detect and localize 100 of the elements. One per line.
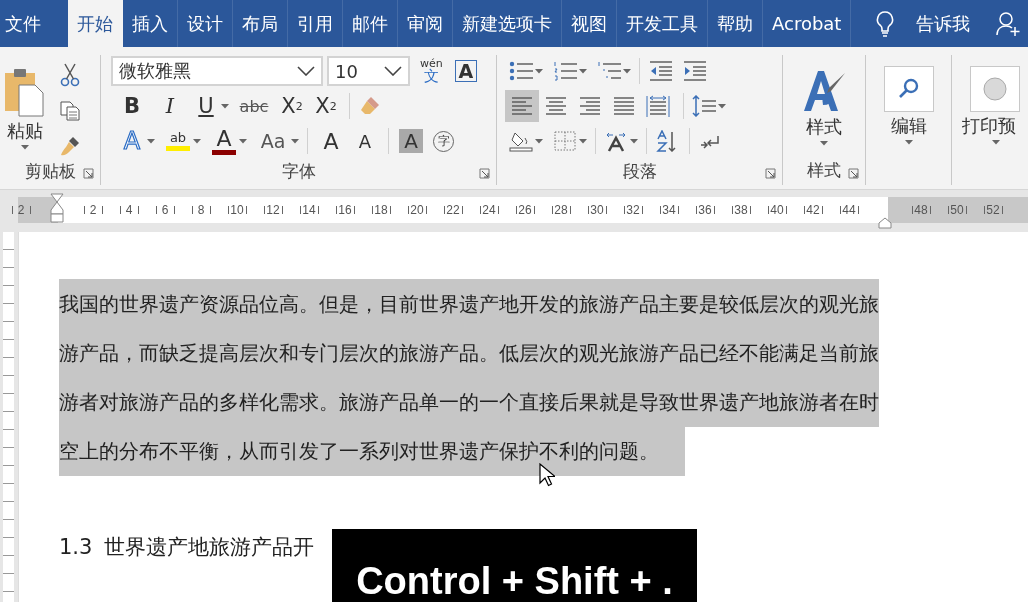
ruler-number: 6 [161,203,169,217]
strikethrough-button[interactable]: abc [235,91,273,121]
keystroke-overlay: Control + Shift + . [332,529,697,602]
ruler-number: 10 [230,203,244,217]
change-case-button[interactable]: Aa [255,126,291,156]
ruler-number: 36 [698,203,712,217]
borders-icon [553,130,579,152]
align-distributed-icon [646,95,670,117]
bullet-list-icon [509,60,535,82]
clipboard-icon [5,66,45,117]
ruler-number: 14 [302,203,316,217]
ruler-number: 48 [914,203,928,217]
dropdown-arrow-icon[interactable] [992,139,1000,145]
ruler-number: 20 [410,203,424,217]
eraser-icon [358,95,380,117]
dropdown-arrow-icon[interactable] [904,139,913,145]
ruler-number: 26 [518,203,532,217]
grow-font-button[interactable]: A [316,126,346,156]
editing-button[interactable]: 编辑 [883,55,934,155]
dropdown-arrow-icon[interactable] [535,138,543,144]
copy-pages-icon [60,101,80,121]
multilevel-list-icon [597,60,623,82]
ruler-number: 28 [554,203,568,217]
underline-button[interactable]: U [191,91,221,121]
dropdown-arrow-icon[interactable] [718,103,726,109]
tell-me-button[interactable]: 告诉我 [907,0,980,47]
paintbrush-icon [59,135,81,157]
line-spacing-icon [692,95,718,117]
copy-button[interactable] [59,101,81,121]
numbered-list-icon [553,60,579,82]
heading-number: 1.3 [59,534,93,561]
align-justify-icon [612,95,636,117]
highlight-button[interactable]: ab [163,126,193,156]
ruler-number: 2 [17,203,25,217]
dropdown-arrow-icon[interactable] [193,138,201,144]
decrease-indent-icon [648,60,674,82]
dialog-launcher-icon[interactable] [479,168,490,179]
superscript-button[interactable]: X$^{2}$ [311,91,341,121]
dropdown-arrow-icon[interactable] [147,138,155,144]
cut-button[interactable] [59,63,81,87]
character-shading-button[interactable]: A [399,129,423,153]
shrink-font-button[interactable]: A [350,126,380,156]
right-indent-marker-icon[interactable] [878,217,892,229]
heading-text: 世界遗产地旅游产品开 [104,534,315,561]
scissors-icon [60,63,80,87]
ruler-number: 8 [197,203,205,217]
dropdown-arrow-icon[interactable] [535,68,543,74]
dropdown-arrow-icon[interactable] [630,138,638,144]
chevron-down-icon [297,66,315,76]
dropdown-arrow-icon[interactable] [623,68,631,74]
ribbon-tab[interactable]: 开始 [68,0,123,47]
print-preview-button[interactable]: 打印预 [962,55,1020,155]
paragraph-text: 我国的世界遗产资源品位高。但是，目前世界遗产地开发的旅游产品主要是较低层次的观光旅游产品，而缺乏提高层次和专门层次的旅游产品。低层次的观光旅游产品已经不能满足当前旅游者对旅游产品的多样化需求。旅游产品单一的一个直接后果就是导致世界遗产地旅游者在时空上的分布不平衡，从而引发了一系列对世界遗产保护不利的问题。 [59,280,879,476]
phonetic-guide-button[interactable]: wén 文 [420,58,443,84]
group-label: 样式 [807,158,841,182]
ruler-number: 22 [446,203,460,217]
ruler-number: 4 [125,203,133,217]
align-center-icon [544,95,568,117]
increase-indent-icon [682,60,708,82]
ruler-number: 18 [374,203,388,217]
format-painter-button[interactable] [59,135,81,157]
dropdown-arrow-icon[interactable] [291,138,299,144]
dropdown-arrow-icon[interactable] [239,138,247,144]
ruler-number: 52 [986,203,1000,217]
font-color-button[interactable]: A [209,126,239,156]
ruler-number: 42 [806,203,820,217]
ruler-number: 44 [842,203,856,217]
character-border-button[interactable]: A [454,60,477,82]
group-label: 段落 [622,159,657,183]
align-right-icon [578,95,602,117]
shading-icon [509,130,535,152]
italic-button[interactable]: I [155,91,185,121]
ruler-number: 24 [482,203,496,217]
search-icon [897,77,920,100]
styles-button[interactable]: 样式 [801,57,847,155]
ruler-number: 30 [590,203,604,217]
ruler-number: 40 [770,203,784,217]
font-size-dropdown[interactable]: 10 [327,56,410,86]
lightbulb-icon[interactable] [875,9,896,38]
dropdown-arrow-icon[interactable] [579,68,587,74]
bold-button[interactable]: B [117,91,147,121]
ruler-number: 12 [266,203,280,217]
dialog-launcher-icon[interactable] [848,168,859,179]
ruler-number: 16 [338,203,352,217]
group-label: 剪贴板 [24,159,76,183]
add-person-icon[interactable] [996,10,1020,37]
font-name-dropdown[interactable]: 微软雅黑 [111,56,323,86]
dropdown-arrow-icon[interactable] [21,144,29,150]
chevron-down-icon [384,66,402,76]
dropdown-arrow-icon[interactable] [221,103,229,109]
ruler-number: 32 [626,203,640,217]
dropdown-arrow-icon[interactable] [820,140,828,146]
ruler-number: 38 [734,203,748,217]
ribbon-tab[interactable]: 文件 [0,0,46,47]
align-left-icon [510,95,534,117]
dropdown-arrow-icon[interactable] [579,138,587,144]
circle-icon [982,75,1008,102]
dialog-launcher-icon[interactable] [765,168,776,179]
dialog-launcher-icon[interactable] [83,168,94,179]
paste-button[interactable]: 粘贴 [5,59,45,157]
